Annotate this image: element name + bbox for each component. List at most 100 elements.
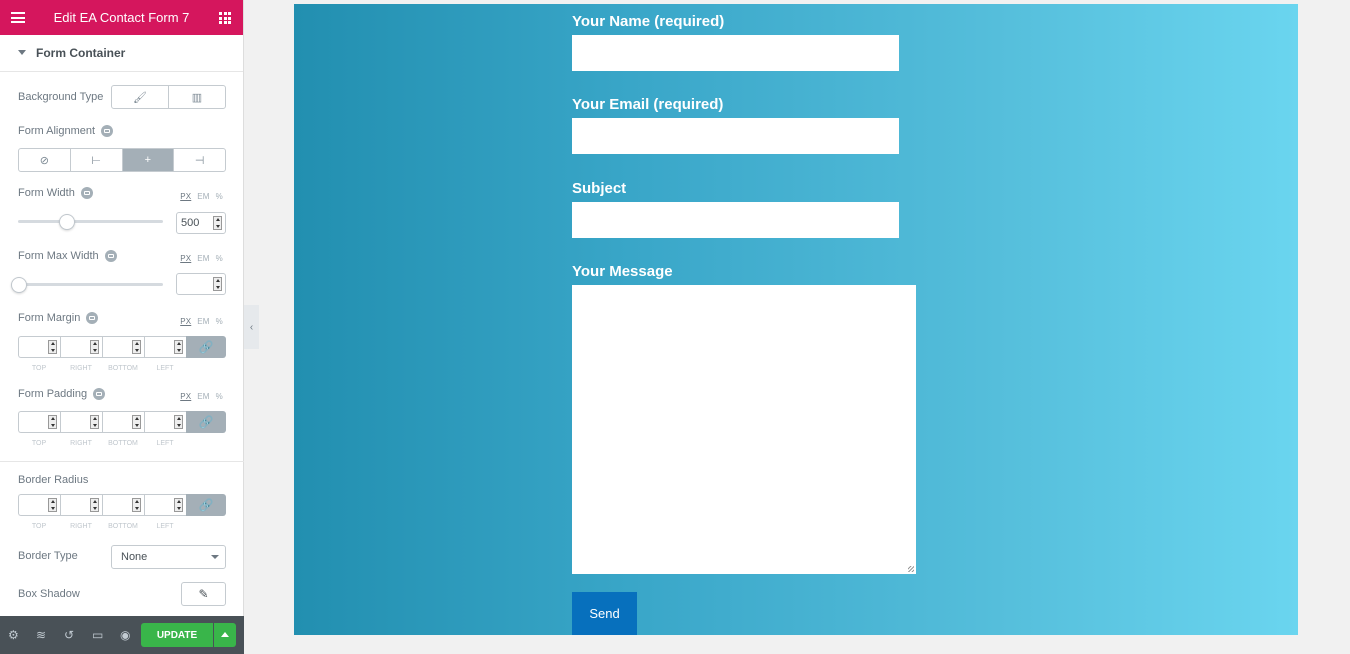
form-margin-text: Form Margin: [18, 312, 81, 324]
align-left-icon[interactable]: ⊢: [69, 149, 122, 171]
gradient-icon[interactable]: ▥: [168, 86, 225, 108]
unit-percent[interactable]: %: [216, 317, 223, 326]
form-width-slider-handle[interactable]: [58, 214, 75, 230]
unit-em[interactable]: EM: [197, 317, 209, 326]
subject-input[interactable]: [572, 202, 899, 238]
stepper-icon[interactable]: [174, 415, 183, 429]
stepper-icon[interactable]: [48, 340, 57, 354]
radius-right-input[interactable]: [60, 494, 102, 516]
update-button[interactable]: UPDATE: [141, 623, 213, 647]
link-values-icon[interactable]: 🔗: [186, 336, 226, 358]
stepper-icon[interactable]: [90, 415, 99, 429]
form-max-width-slider-handle[interactable]: [11, 277, 27, 293]
stepper-icon[interactable]: [90, 498, 99, 512]
unit-switcher[interactable]: PX EM%: [174, 254, 223, 263]
section-form-container[interactable]: Form Container: [0, 35, 243, 72]
form-max-width-slider-track[interactable]: [18, 283, 163, 286]
unit-em[interactable]: EM: [197, 254, 209, 263]
settings-icon[interactable]: ⚙: [8, 628, 19, 642]
border-radius-label: Border Radius: [18, 474, 89, 486]
radius-top-input[interactable]: [18, 494, 60, 516]
stepper-icon[interactable]: [48, 498, 57, 512]
collapse-panel-button[interactable]: ‹: [244, 305, 259, 349]
preview-eye-icon[interactable]: ◉: [120, 628, 130, 642]
link-values-icon[interactable]: 🔗: [186, 494, 226, 516]
stepper-icon[interactable]: [174, 340, 183, 354]
brush-icon[interactable]: 🖌: [112, 86, 168, 108]
stepper-icon[interactable]: [213, 277, 222, 291]
form-padding-dimensions: 🔗: [18, 411, 226, 433]
chevron-down-icon: [211, 555, 219, 559]
email-input[interactable]: [572, 118, 899, 154]
resize-grip-icon[interactable]: [908, 566, 914, 572]
form-alignment-choose: ⊘ ⊢ + ⊣: [18, 148, 226, 172]
stepper-icon[interactable]: [213, 216, 222, 230]
unit-em[interactable]: EM: [197, 192, 209, 201]
margin-top-input[interactable]: [18, 336, 60, 358]
border-type-select[interactable]: None: [111, 545, 226, 569]
history-icon[interactable]: ↺: [64, 628, 74, 642]
dim-top-label: TOP: [31, 365, 47, 372]
unit-percent[interactable]: %: [216, 392, 223, 401]
dimension-labels: TOP RIGHT BOTTOM LEFT: [18, 440, 186, 447]
unit-px[interactable]: PX: [180, 254, 191, 263]
desktop-icon[interactable]: [101, 125, 114, 138]
form-width-slider-track[interactable]: [18, 220, 163, 223]
radius-left-input[interactable]: [144, 494, 186, 516]
stepper-icon[interactable]: [132, 498, 141, 512]
editor-panel: Edit EA Contact Form 7 Form Container Ba…: [0, 0, 244, 654]
unit-px[interactable]: PX: [180, 192, 191, 201]
unit-switcher[interactable]: PX EM%: [174, 392, 223, 401]
stepper-icon[interactable]: [90, 340, 99, 354]
background-type-label: Background Type: [18, 91, 104, 103]
unit-switcher[interactable]: PX EM%: [174, 317, 223, 326]
form-width-input[interactable]: 500: [176, 212, 226, 234]
unit-px[interactable]: PX: [180, 392, 191, 401]
form-max-width-input[interactable]: [176, 273, 226, 295]
desktop-icon[interactable]: [93, 388, 106, 401]
padding-right-input[interactable]: [60, 411, 102, 433]
form-alignment-text: Form Alignment: [18, 125, 96, 137]
widgets-grid-icon[interactable]: [219, 12, 231, 24]
dimension-labels: TOP RIGHT BOTTOM LEFT: [18, 365, 186, 372]
padding-left-input[interactable]: [144, 411, 186, 433]
box-shadow-edit-button[interactable]: ✎: [181, 582, 226, 606]
padding-bottom-input[interactable]: [102, 411, 144, 433]
divider: [0, 461, 244, 462]
align-none-icon[interactable]: ⊘: [19, 149, 70, 171]
stepper-icon[interactable]: [132, 340, 141, 354]
margin-right-input[interactable]: [60, 336, 102, 358]
name-input[interactable]: [572, 35, 899, 71]
radius-bottom-input[interactable]: [102, 494, 144, 516]
form-padding-text: Form Padding: [18, 388, 88, 400]
send-button[interactable]: Send: [572, 592, 637, 635]
box-shadow-label: Box Shadow: [18, 588, 80, 600]
unit-switcher[interactable]: PX EM%: [174, 192, 223, 201]
unit-percent[interactable]: %: [216, 254, 223, 263]
navigator-icon[interactable]: ≋: [36, 628, 46, 642]
unit-em[interactable]: EM: [197, 392, 209, 401]
padding-top-input[interactable]: [18, 411, 60, 433]
dim-bottom-label: BOTTOM: [108, 523, 138, 530]
form-width-value: 500: [181, 217, 200, 229]
email-label: Your Email (required): [572, 96, 724, 113]
background-type-choose: 🖌 ▥: [111, 85, 226, 109]
link-values-icon[interactable]: 🔗: [186, 411, 226, 433]
unit-percent[interactable]: %: [216, 192, 223, 201]
stepper-icon[interactable]: [132, 415, 141, 429]
stepper-icon[interactable]: [174, 498, 183, 512]
align-right-icon[interactable]: ⊣: [173, 149, 225, 171]
border-radius-dimensions: 🔗: [18, 494, 226, 516]
align-center-icon[interactable]: +: [121, 149, 174, 171]
desktop-icon[interactable]: [104, 250, 117, 263]
responsive-mode-icon[interactable]: ▭: [92, 628, 103, 642]
stepper-icon[interactable]: [48, 415, 57, 429]
margin-bottom-input[interactable]: [102, 336, 144, 358]
save-options-chevron-up-icon[interactable]: [214, 623, 236, 647]
margin-left-input[interactable]: [144, 336, 186, 358]
message-textarea[interactable]: [572, 285, 916, 574]
desktop-icon[interactable]: [80, 187, 93, 200]
desktop-icon[interactable]: [86, 312, 99, 325]
unit-px[interactable]: PX: [180, 317, 191, 326]
dimension-labels: TOP RIGHT BOTTOM LEFT: [18, 523, 186, 530]
